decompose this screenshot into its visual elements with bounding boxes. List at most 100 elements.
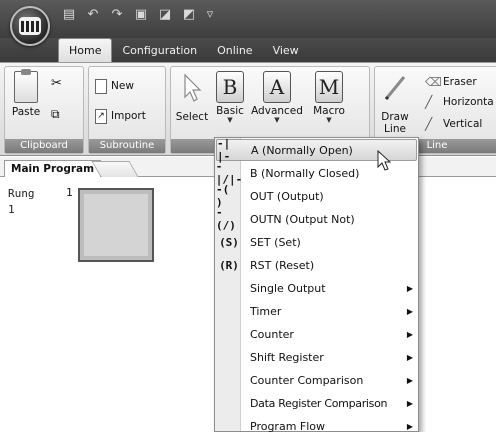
submenu-arrow-icon: ▶ bbox=[406, 329, 414, 339]
menu-item-label: SET (Set) bbox=[250, 235, 301, 249]
basic-instruction-icon: B bbox=[216, 71, 244, 103]
upload-icon[interactable]: ◩ bbox=[182, 8, 196, 22]
select-button[interactable]: Select bbox=[173, 71, 211, 123]
tab-online[interactable]: Online bbox=[207, 40, 262, 62]
rung-cell[interactable] bbox=[78, 188, 154, 262]
clipboard-group: Paste ✂ ⧉ Clipboard bbox=[4, 66, 84, 154]
eraser-label: Eraser bbox=[443, 76, 477, 88]
import-icon: ↗ bbox=[95, 108, 107, 124]
advanced-button[interactable]: A Advanced ▼ bbox=[251, 71, 303, 124]
vertical-line-button[interactable]: ╱ Vertical bbox=[425, 115, 482, 133]
submenu-arrow-icon: ▶ bbox=[406, 375, 414, 385]
copy-button[interactable]: ⧉ bbox=[51, 105, 65, 123]
normally-closed-contact-icon: -|/|- bbox=[215, 160, 243, 186]
undo-icon[interactable]: ↶ bbox=[86, 8, 100, 22]
advanced-dropdown-arrow-icon: ▼ bbox=[274, 116, 280, 124]
ribbon-tabs: Home Configuration Online View bbox=[58, 38, 309, 62]
copy-icon: ⧉ bbox=[51, 107, 60, 121]
menu-item-output[interactable]: -( ) OUT (Output) bbox=[216, 183, 417, 209]
rung-row-number: 1 bbox=[8, 203, 15, 216]
submenu-arrow-icon: ▶ bbox=[406, 398, 414, 408]
menu-item-shift-register[interactable]: Shift Register ▶ bbox=[216, 346, 417, 368]
cut-icon: ✂ bbox=[51, 76, 62, 91]
menu-item-counter[interactable]: Counter ▶ bbox=[216, 323, 417, 345]
paste-icon bbox=[14, 69, 38, 103]
submenu-arrow-icon: ▶ bbox=[406, 352, 414, 362]
app-logo-icon bbox=[19, 17, 41, 35]
menu-item-data-register-comparison[interactable]: Data Register Comparison ▶ bbox=[216, 392, 417, 414]
macro-button[interactable]: M Macro ▼ bbox=[309, 71, 349, 124]
horizontal-label: Horizonta bbox=[443, 96, 494, 108]
horizontal-line-button[interactable]: ╱ Horizonta bbox=[425, 93, 494, 111]
menu-item-output-not[interactable]: -(/) OUTN (Output Not) bbox=[216, 206, 417, 232]
redo-icon[interactable]: ↷ bbox=[110, 8, 124, 22]
vertical-label: Vertical bbox=[443, 118, 483, 130]
rung-number: 1 bbox=[66, 186, 73, 199]
select-label: Select bbox=[175, 111, 209, 123]
menu-item-label: Data Register Comparison bbox=[250, 396, 388, 410]
menu-item-set[interactable]: (S) SET (Set) bbox=[216, 231, 417, 253]
basic-dropdown-menu: -| |- A (Normally Open) -|/|- B (Normall… bbox=[214, 137, 419, 432]
paste-button[interactable]: Paste bbox=[9, 69, 43, 118]
output-not-coil-icon: -(/) bbox=[216, 206, 236, 232]
pointer-arrow-icon bbox=[184, 73, 202, 102]
import-label: Import bbox=[111, 110, 146, 122]
draw-line-label-1: Draw bbox=[381, 111, 409, 123]
new-tab-button[interactable] bbox=[91, 161, 139, 177]
subroutine-group-label: Subroutine bbox=[89, 139, 165, 153]
menu-item-timer[interactable]: Timer ▶ bbox=[216, 300, 417, 322]
submenu-arrow-icon: ▶ bbox=[406, 421, 414, 431]
new-label: New bbox=[111, 80, 134, 92]
menu-item-label: Counter Comparison bbox=[250, 373, 364, 387]
subroutine-group: New ↗ Import Subroutine bbox=[88, 66, 166, 154]
new-subroutine-button[interactable]: New bbox=[95, 77, 134, 95]
menu-item-label: Counter bbox=[250, 327, 294, 341]
save-icon[interactable]: ▤ bbox=[62, 8, 76, 22]
macro-instruction-icon: M bbox=[315, 71, 343, 103]
menu-item-reset[interactable]: (R) RST (Reset) bbox=[216, 254, 417, 276]
main-program-tab[interactable]: Main Program bbox=[4, 160, 102, 177]
menu-item-label: Single Output bbox=[250, 281, 326, 295]
import-subroutine-button[interactable]: ↗ Import bbox=[95, 107, 146, 125]
tab-configuration[interactable]: Configuration bbox=[112, 40, 207, 62]
tab-home[interactable]: Home bbox=[58, 38, 113, 62]
menu-item-single-output[interactable]: Single Output ▶ bbox=[216, 277, 417, 299]
download-icon[interactable]: ◪ bbox=[158, 8, 172, 22]
application-menu-button[interactable] bbox=[10, 6, 50, 46]
customize-toolbar-icon[interactable]: ▿ bbox=[206, 8, 214, 22]
eraser-button[interactable]: ⌫ Eraser bbox=[425, 73, 477, 91]
set-coil-icon: (S) bbox=[219, 235, 239, 249]
mouse-cursor-icon bbox=[377, 150, 392, 171]
vertical-line-icon: ╱ bbox=[425, 117, 433, 131]
submenu-arrow-icon: ▶ bbox=[406, 283, 414, 293]
menu-item-label: Program Flow bbox=[250, 419, 326, 432]
quick-access-toolbar: ▤ ↶ ↷ ▣ ◪ ◩ ▿ bbox=[62, 6, 214, 24]
clipboard-group-label: Clipboard bbox=[5, 139, 83, 153]
submenu-arrow-icon: ▶ bbox=[406, 306, 414, 316]
tab-view[interactable]: View bbox=[263, 40, 309, 62]
new-document-icon bbox=[95, 78, 107, 94]
menu-item-label: Timer bbox=[250, 304, 282, 318]
draw-line-button[interactable]: Draw Line bbox=[379, 71, 411, 135]
draw-line-label-2: Line bbox=[384, 123, 406, 135]
menu-item-label: OUTN (Output Not) bbox=[250, 212, 355, 226]
paste-label: Paste bbox=[11, 106, 41, 118]
menu-item-program-flow[interactable]: Program Flow ▶ bbox=[216, 415, 417, 432]
basic-button[interactable]: B Basic ▼ bbox=[215, 71, 245, 124]
macro-dropdown-arrow-icon: ▼ bbox=[326, 116, 332, 124]
eraser-icon: ⌫ bbox=[425, 75, 442, 89]
menu-item-label: OUT (Output) bbox=[250, 189, 324, 203]
rung-label-text: Rung bbox=[8, 187, 35, 200]
output-coil-icon: -( ) bbox=[216, 183, 230, 209]
menu-item-counter-comparison[interactable]: Counter Comparison ▶ bbox=[216, 369, 417, 391]
monitor-icon[interactable]: ▣ bbox=[134, 8, 148, 22]
cut-button[interactable]: ✂ bbox=[51, 75, 65, 93]
horizontal-line-icon: ╱ bbox=[425, 95, 433, 109]
menu-item-label: Shift Register bbox=[250, 350, 324, 364]
basic-dropdown-arrow-icon: ▼ bbox=[227, 116, 233, 124]
reset-coil-icon: (R) bbox=[219, 258, 239, 272]
advanced-instruction-icon: A bbox=[263, 71, 291, 103]
menu-item-label: RST (Reset) bbox=[250, 258, 315, 272]
normally-open-contact-icon: -| |- bbox=[217, 137, 231, 163]
pencil-icon bbox=[384, 76, 406, 101]
